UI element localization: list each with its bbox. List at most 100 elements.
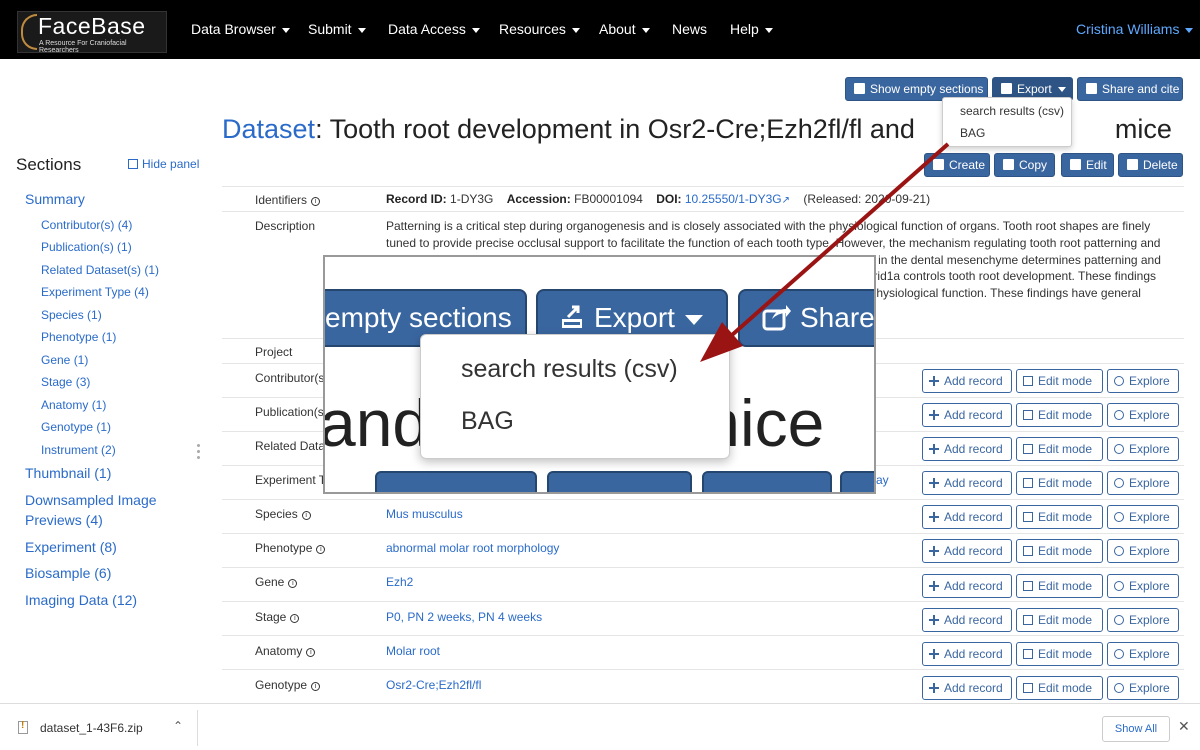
row-value-experiment-type[interactable]: ay — [876, 473, 889, 487]
sidebar-item-experiment[interactable]: Experiment (8) — [25, 539, 117, 555]
add-record-button[interactable]: Add record — [922, 505, 1012, 529]
add-record-button[interactable]: Add record — [922, 676, 1012, 700]
panel-resize-handle[interactable] — [197, 444, 201, 460]
sidebar-item-previews[interactable]: Previews (4) — [25, 512, 103, 528]
info-icon[interactable]: i — [301, 511, 311, 520]
row-value-species[interactable]: Mus musculus — [386, 507, 463, 521]
facebase-logo[interactable]: FaceBase A Resource For Craniofacial Res… — [17, 11, 167, 54]
sidebar-item-experiment-type[interactable]: Experiment Type (4) — [41, 285, 149, 299]
row-value-anatomy[interactable]: Molar root — [386, 644, 440, 658]
add-record-button[interactable]: Add record — [922, 437, 1012, 461]
sidebar-item-imaging-data[interactable]: Imaging Data (12) — [25, 592, 137, 608]
edit-mode-button[interactable]: Edit mode — [1016, 505, 1103, 529]
panel-icon — [128, 159, 138, 169]
add-record-button[interactable]: Add record — [922, 471, 1012, 495]
explore-button[interactable]: Explore — [1107, 642, 1179, 666]
info-icon[interactable]: i — [306, 648, 316, 657]
edit-mode-button[interactable]: Edit mode — [1016, 369, 1103, 393]
chevron-down-icon — [357, 27, 366, 33]
edit-mode-button[interactable]: Edit mode — [1016, 642, 1103, 666]
sidebar-item-genotype[interactable]: Genotype (1) — [41, 420, 111, 434]
sections-heading: Sections — [16, 155, 82, 174]
row-value-stage[interactable]: P0, PN 2 weeks, PN 4 weeks — [386, 610, 542, 624]
sidebar-item-stage[interactable]: Stage (3) — [41, 375, 90, 389]
nav-data-access[interactable]: Data Access — [388, 21, 480, 37]
edit-mode-button[interactable]: Edit mode — [1016, 471, 1103, 495]
info-icon[interactable]: i — [288, 579, 298, 588]
sidebar-item-downsampled[interactable]: Downsampled Image — [25, 492, 157, 508]
user-menu[interactable]: Cristina Williams — [1076, 21, 1194, 37]
nav-data-browser[interactable]: Data Browser — [191, 21, 290, 37]
explore-button[interactable]: Explore — [1107, 505, 1179, 529]
edit-mode-button[interactable]: Edit mode — [1016, 608, 1103, 632]
sidebar-item-anatomy[interactable]: Anatomy (1) — [41, 398, 106, 412]
identifiers-label: Identifiers i — [255, 193, 321, 207]
row-label-species: Species i — [255, 507, 311, 521]
edit-mode-button[interactable]: Edit mode — [1016, 574, 1103, 598]
add-record-button[interactable]: Add record — [922, 539, 1012, 563]
row-label-genotype: Genotype i — [255, 678, 321, 692]
row-divider — [222, 669, 1184, 670]
explore-button[interactable]: Explore — [1107, 539, 1179, 563]
share-and-cite-button[interactable]: Share and cite — [1077, 77, 1183, 101]
edit-mode-button[interactable]: Edit mode — [1016, 437, 1103, 461]
edit-mode-button[interactable]: Edit mode — [1016, 676, 1103, 700]
create-button[interactable]: Create — [924, 153, 990, 177]
download-item[interactable]: dataset_1-43F6.zip — [18, 720, 143, 735]
nav-resources[interactable]: Resources — [499, 21, 580, 37]
delete-button[interactable]: Delete — [1118, 153, 1183, 177]
sidebar-item-gene[interactable]: Gene (1) — [41, 353, 88, 367]
add-record-button[interactable]: Add record — [922, 574, 1012, 598]
row-value-phenotype[interactable]: abnormal molar root morphology — [386, 541, 559, 555]
download-bar: dataset_1-43F6.zip ⌃ Show All ✕ — [0, 703, 1200, 750]
sidebar-item-thumbnail[interactable]: Thumbnail (1) — [25, 465, 111, 481]
sidebar-item-biosample[interactable]: Biosample (6) — [25, 565, 111, 581]
explore-button[interactable]: Explore — [1107, 471, 1179, 495]
nav-about[interactable]: About — [599, 21, 650, 37]
explore-button[interactable]: Explore — [1107, 676, 1179, 700]
copy-button[interactable]: Copy — [994, 153, 1055, 177]
nav-help[interactable]: Help — [730, 21, 773, 37]
sidebar-item-species[interactable]: Species (1) — [41, 308, 102, 322]
sidebar-item-instrument[interactable]: Instrument (2) — [41, 443, 116, 457]
edit-mode-button[interactable]: Edit mode — [1016, 539, 1103, 563]
explore-button[interactable]: Explore — [1107, 608, 1179, 632]
add-record-button[interactable]: Add record — [922, 608, 1012, 632]
sidebar-item-related-datasets[interactable]: Related Dataset(s) (1) — [41, 263, 159, 277]
explore-button[interactable]: Explore — [1107, 369, 1179, 393]
sidebar-item-contributors[interactable]: Contributor(s) (4) — [41, 218, 132, 232]
info-icon[interactable]: i — [311, 682, 321, 691]
plus-icon — [929, 410, 939, 420]
info-icon[interactable]: i — [311, 197, 321, 206]
search-icon — [1114, 410, 1124, 420]
chevron-up-icon[interactable]: ⌃ — [173, 719, 183, 733]
search-icon — [1114, 512, 1124, 522]
info-icon[interactable]: i — [316, 545, 326, 554]
doi-link[interactable]: 10.25550/1-DY3G — [685, 192, 782, 206]
edit-mode-button[interactable]: Edit mode — [1016, 403, 1103, 427]
sidebar-item-publications[interactable]: Publication(s) (1) — [41, 240, 132, 254]
export-icon — [1001, 83, 1012, 94]
nav-submit[interactable]: Submit — [308, 21, 366, 37]
info-icon[interactable]: i — [290, 614, 300, 623]
explore-button[interactable]: Explore — [1107, 437, 1179, 461]
explore-button[interactable]: Explore — [1107, 574, 1179, 598]
dataset-link[interactable]: Dataset — [222, 114, 315, 144]
hide-panel-button[interactable]: Hide panel — [128, 157, 199, 171]
nav-news[interactable]: News — [672, 21, 707, 37]
plus-icon — [933, 159, 944, 170]
show-all-button[interactable]: Show All — [1102, 716, 1170, 742]
row-value-genotype[interactable]: Osr2-Cre;Ezh2fl/fl — [386, 678, 481, 692]
add-record-button[interactable]: Add record — [922, 369, 1012, 393]
explore-button[interactable]: Explore — [1107, 403, 1179, 427]
edit-button[interactable]: Edit — [1061, 153, 1114, 177]
add-record-button[interactable]: Add record — [922, 642, 1012, 666]
close-icon[interactable]: ✕ — [1178, 718, 1190, 735]
sidebar-item-summary[interactable]: Summary — [25, 191, 85, 207]
add-record-button[interactable]: Add record — [922, 403, 1012, 427]
search-icon — [1114, 478, 1124, 488]
plus-icon — [929, 546, 939, 556]
chevron-down-icon — [281, 27, 290, 33]
row-value-gene[interactable]: Ezh2 — [386, 575, 413, 589]
sidebar-item-phenotype[interactable]: Phenotype (1) — [41, 330, 116, 344]
